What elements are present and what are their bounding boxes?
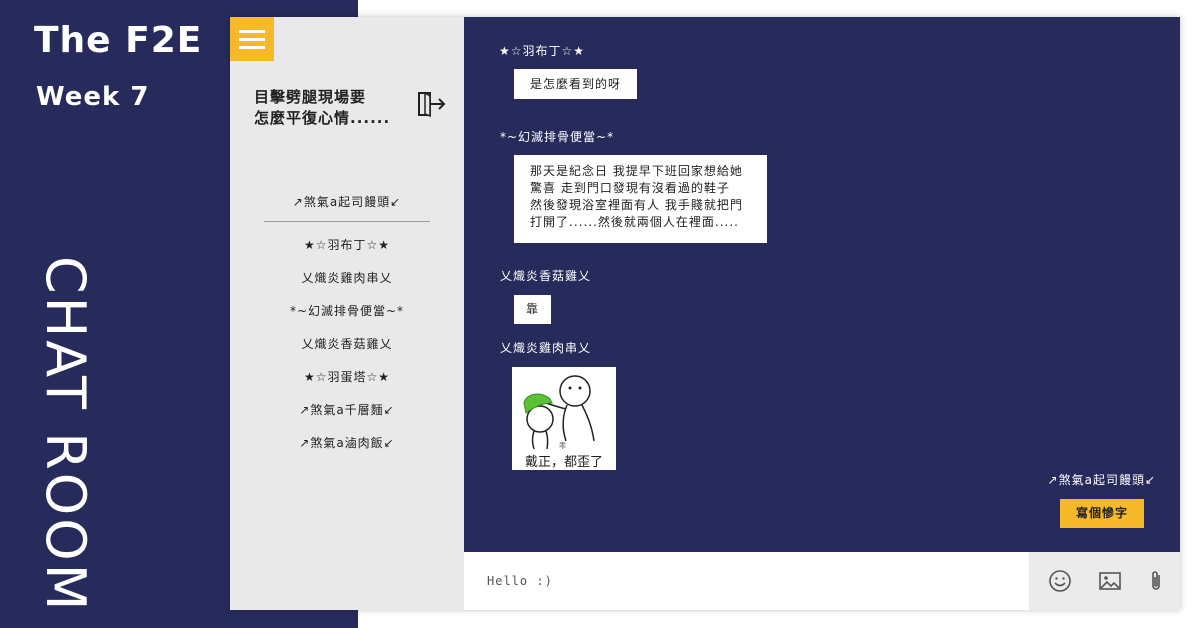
message-sender: *~幻滅排骨便當~* xyxy=(500,130,615,144)
chat-room-vertical-title: CHAT ROOM xyxy=(34,256,97,614)
member-item[interactable]: 乂熾炎雞肉串乂 xyxy=(230,268,464,301)
exit-icon[interactable] xyxy=(416,89,446,119)
brand-title: The F2E xyxy=(34,20,203,61)
message-bubble: 那天是紀念日 我提早下班回家想給她 驚喜 走到門口發現有沒看過的鞋子 然後發現浴… xyxy=(514,155,767,243)
member-item[interactable]: ↗煞氣a滷肉飯↙ xyxy=(230,433,464,466)
sticker-image: 乖 戴正，都歪了 xyxy=(512,367,616,470)
self-message-bubble: 寫個慘字 xyxy=(1060,499,1144,528)
sticker-caption: 戴正，都歪了 xyxy=(524,455,603,470)
brand-week: Week 7 xyxy=(36,82,150,112)
message-sender: 乂熾炎雞肉串乂 xyxy=(500,341,592,355)
member-list: ★☆羽布丁☆★ 乂熾炎雞肉串乂 *~幻滅排骨便當~* 乂熾炎香菇雞乂 ★☆羽蛋塔… xyxy=(230,235,464,466)
message-input-bar xyxy=(464,552,1180,610)
current-user-name: ↗煞氣a起司饅頭↙ xyxy=(292,195,402,209)
member-item[interactable]: 乂熾炎香菇雞乂 xyxy=(230,334,464,367)
sticker-small-text: 乖 xyxy=(559,441,566,450)
message-sender: 乂熾炎香菇雞乂 xyxy=(500,269,592,283)
member-item[interactable]: ↗煞氣a千層麵↙ xyxy=(230,400,464,433)
menu-icon xyxy=(239,29,265,33)
self-sender-name: ↗煞氣a起司饅頭↙ xyxy=(1047,473,1156,487)
message-input[interactable] xyxy=(464,552,1029,610)
chat-app-window: 目擊劈腿現場要 怎麼平復心情...... ↗煞氣a起司饅頭↙ ★☆羽布丁☆★ 乂… xyxy=(230,17,1180,610)
input-tool-panel xyxy=(1029,552,1180,610)
paperclip-icon[interactable] xyxy=(1144,569,1168,593)
message-sender: ★☆羽布丁☆★ xyxy=(499,44,586,58)
member-item[interactable]: ★☆羽蛋塔☆★ xyxy=(230,367,464,400)
sidebar-divider xyxy=(264,221,430,222)
room-title: 目擊劈腿現場要 怎麼平復心情...... xyxy=(254,87,404,129)
menu-button[interactable] xyxy=(230,17,274,61)
message-bubble: 是怎麼看到的呀 xyxy=(514,69,637,99)
room-title-line-2: 怎麼平復心情...... xyxy=(254,109,391,127)
image-icon[interactable] xyxy=(1098,569,1122,593)
sidebar: 目擊劈腿現場要 怎麼平復心情...... ↗煞氣a起司饅頭↙ ★☆羽布丁☆★ 乂… xyxy=(230,17,464,610)
chat-messages-area: ★☆羽布丁☆★ 是怎麼看到的呀 *~幻滅排骨便當~* 那天是紀念日 我提早下班回… xyxy=(464,17,1180,552)
sticker-drawing: 乖 xyxy=(523,375,595,450)
member-item[interactable]: *~幻滅排骨便當~* xyxy=(230,301,464,334)
member-item[interactable]: ★☆羽布丁☆★ xyxy=(230,235,464,268)
message-bubble: 靠 xyxy=(514,295,551,324)
emoji-icon[interactable] xyxy=(1048,569,1072,593)
room-title-line-1: 目擊劈腿現場要 xyxy=(254,88,367,106)
